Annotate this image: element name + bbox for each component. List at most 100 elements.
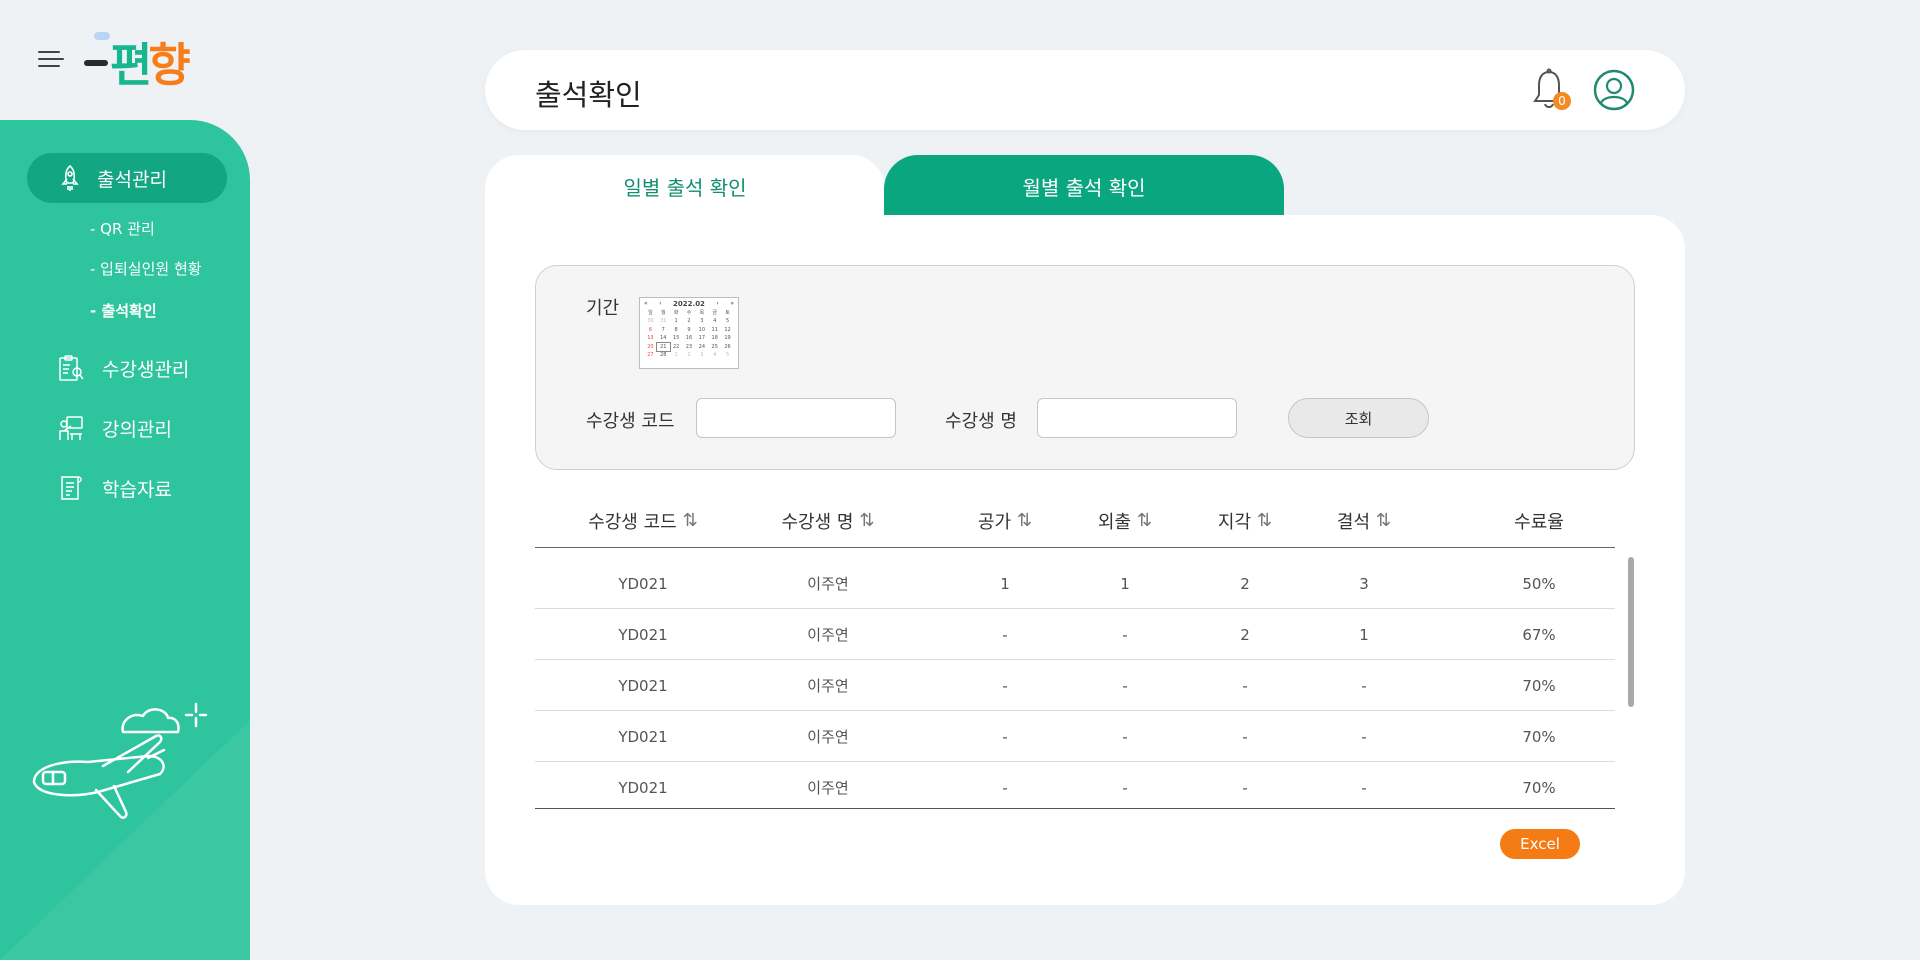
student-code-input[interactable]: [696, 398, 896, 438]
table-cell: 이주연: [807, 728, 849, 746]
calendar-weekday: 월: [660, 310, 666, 316]
table-scrollbar[interactable]: [1628, 557, 1634, 707]
calendar-day[interactable]: 5: [721, 317, 734, 325]
table-cell: 70%: [1522, 727, 1556, 746]
calendar-day[interactable]: 22: [670, 343, 683, 351]
table-row[interactable]: YD021 이주연 - - - - 70%: [535, 711, 1615, 762]
calendar-day[interactable]: 12: [721, 326, 734, 334]
tab-monthly-attendance[interactable]: 월별 출석 확인: [884, 155, 1284, 217]
notification-bell[interactable]: 0: [1531, 68, 1571, 112]
avatar[interactable]: [1593, 69, 1635, 111]
sort-icon[interactable]: ⇅: [1257, 510, 1272, 531]
calendar-day[interactable]: 19: [721, 334, 734, 342]
submenu-qr[interactable]: - QR 관리: [90, 218, 155, 239]
sidebar-item-attendance[interactable]: 출석관리: [27, 153, 227, 203]
calendar-day[interactable]: 2: [683, 317, 696, 325]
calendar-day[interactable]: 21: [655, 341, 671, 353]
calendar-day[interactable]: 14: [657, 334, 670, 342]
sidebar-item-label: 출석관리: [97, 168, 167, 191]
calendar-day[interactable]: 3: [695, 317, 708, 325]
calendar-day[interactable]: 28: [657, 351, 670, 359]
table-cell: -: [1361, 676, 1367, 695]
sort-icon[interactable]: ⇅: [859, 510, 874, 531]
column-header[interactable]: 결석 ⇅: [1337, 493, 1391, 548]
table-cell: -: [1002, 625, 1008, 644]
table-cell: -: [1361, 778, 1367, 797]
table-header: 수강생 코드 ⇅ 수강생 명 ⇅ 공가 ⇅ 외출 ⇅ 지각 ⇅ 결석 ⇅ 수료율: [535, 493, 1615, 548]
logo-text-1: 편: [110, 38, 152, 92]
sort-icon[interactable]: ⇅: [1376, 510, 1391, 531]
calendar-day[interactable]: 3: [695, 351, 708, 359]
calendar-day[interactable]: 30: [644, 317, 657, 325]
column-header[interactable]: 수강생 코드 ⇅: [588, 493, 698, 548]
calendar-day[interactable]: 15: [670, 334, 683, 342]
submenu-entry-status[interactable]: - 입퇴실인원 현황: [90, 258, 202, 279]
student-code-label: 수강생 코드: [586, 411, 675, 432]
calendar-day[interactable]: 4: [708, 317, 721, 325]
calendar-day[interactable]: 5: [721, 351, 734, 359]
column-header[interactable]: 공가 ⇅: [978, 493, 1032, 548]
prev-month-icon[interactable]: ‹: [659, 300, 661, 308]
next-year-icon[interactable]: »: [730, 300, 734, 308]
sidebar-item-students[interactable]: 수강생관리: [58, 354, 189, 382]
table-row[interactable]: YD021 이주연 - - 2 1 67%: [535, 609, 1615, 660]
calendar-weekday: 목: [699, 310, 705, 316]
excel-export-button[interactable]: Excel: [1500, 829, 1580, 859]
calendar-day[interactable]: 26: [721, 343, 734, 351]
calendar-day[interactable]: 8: [670, 326, 683, 334]
submenu-attendance-check[interactable]: - 출석확인: [90, 300, 157, 321]
calendar-day[interactable]: 20: [644, 343, 657, 351]
table-cell: -: [1002, 676, 1008, 695]
calendar-day[interactable]: 2: [683, 351, 696, 359]
calendar-day[interactable]: 4: [708, 351, 721, 359]
calendar-day[interactable]: 27: [644, 351, 657, 359]
logo-text-2: 향: [148, 38, 190, 92]
sort-icon[interactable]: ⇅: [1017, 510, 1032, 531]
calendar-day[interactable]: 24: [695, 343, 708, 351]
calendar-day[interactable]: 1: [670, 351, 683, 359]
calendar-day[interactable]: 9: [683, 326, 696, 334]
sort-icon[interactable]: ⇅: [683, 510, 698, 531]
calendar-day[interactable]: 16: [683, 334, 696, 342]
student-name-input[interactable]: [1037, 398, 1237, 438]
next-month-icon[interactable]: ›: [716, 300, 718, 308]
table-cell: YD021: [618, 778, 668, 797]
calendar-day[interactable]: 31: [657, 317, 670, 325]
calendar-day[interactable]: 25: [708, 343, 721, 351]
table-cell: 2: [1240, 574, 1250, 593]
table-cell: -: [1242, 727, 1248, 746]
sidebar-item-lectures[interactable]: 강의관리: [58, 414, 172, 442]
table-row[interactable]: YD021 이주연 1 1 2 3 50%: [535, 558, 1615, 609]
table-cell: 50%: [1522, 574, 1556, 593]
calendar-weekday: 일: [648, 310, 653, 316]
calendar-day[interactable]: 10: [695, 326, 708, 334]
column-header[interactable]: 외출 ⇅: [1098, 493, 1152, 548]
calendar-day[interactable]: 7: [657, 326, 670, 334]
logo[interactable]: 편 향: [84, 30, 191, 92]
tab-daily-attendance[interactable]: 일별 출석 확인: [485, 155, 885, 217]
date-picker[interactable]: « ‹ 2022.02 › » 일 월 화 수 목 금 토 30 31 1 2 3 4 5 6 7 8 9 10 11…: [639, 297, 739, 369]
search-button[interactable]: 조회: [1288, 398, 1429, 438]
calendar-day[interactable]: 23: [683, 343, 696, 351]
calendar-day[interactable]: 13: [644, 334, 657, 342]
hamburger-menu-icon[interactable]: [38, 49, 64, 69]
table-row[interactable]: YD021 이주연 - - - - 70%: [535, 660, 1615, 711]
column-header[interactable]: 지각 ⇅: [1218, 493, 1272, 548]
student-name-label: 수강생 명: [945, 411, 1017, 432]
calendar-day[interactable]: 18: [708, 334, 721, 342]
table-cell: 1: [1120, 574, 1130, 593]
prev-year-icon[interactable]: «: [644, 300, 648, 308]
table-row[interactable]: YD021 이주연 - - - - 70%: [535, 762, 1615, 808]
calendar-weekday: 토: [725, 310, 730, 316]
calendar-day[interactable]: 6: [644, 326, 657, 334]
calendar-day[interactable]: 11: [708, 326, 721, 334]
search-filter: 기간 « ‹ 2022.02 › » 일 월 화 수 목 금 토 30 31 1 2 3 4 5 6 7 8 9 1…: [535, 265, 1635, 470]
column-header-label: 수강생 명: [781, 511, 854, 533]
table-cell: YD021: [618, 574, 668, 593]
column-header[interactable]: 수강생 명 ⇅: [781, 493, 874, 548]
calendar-day[interactable]: 17: [695, 334, 708, 342]
sort-icon[interactable]: ⇅: [1137, 510, 1152, 531]
table-cell: 70%: [1522, 676, 1556, 695]
sidebar-item-materials[interactable]: 학습자료: [58, 474, 172, 502]
calendar-day[interactable]: 1: [670, 317, 683, 325]
